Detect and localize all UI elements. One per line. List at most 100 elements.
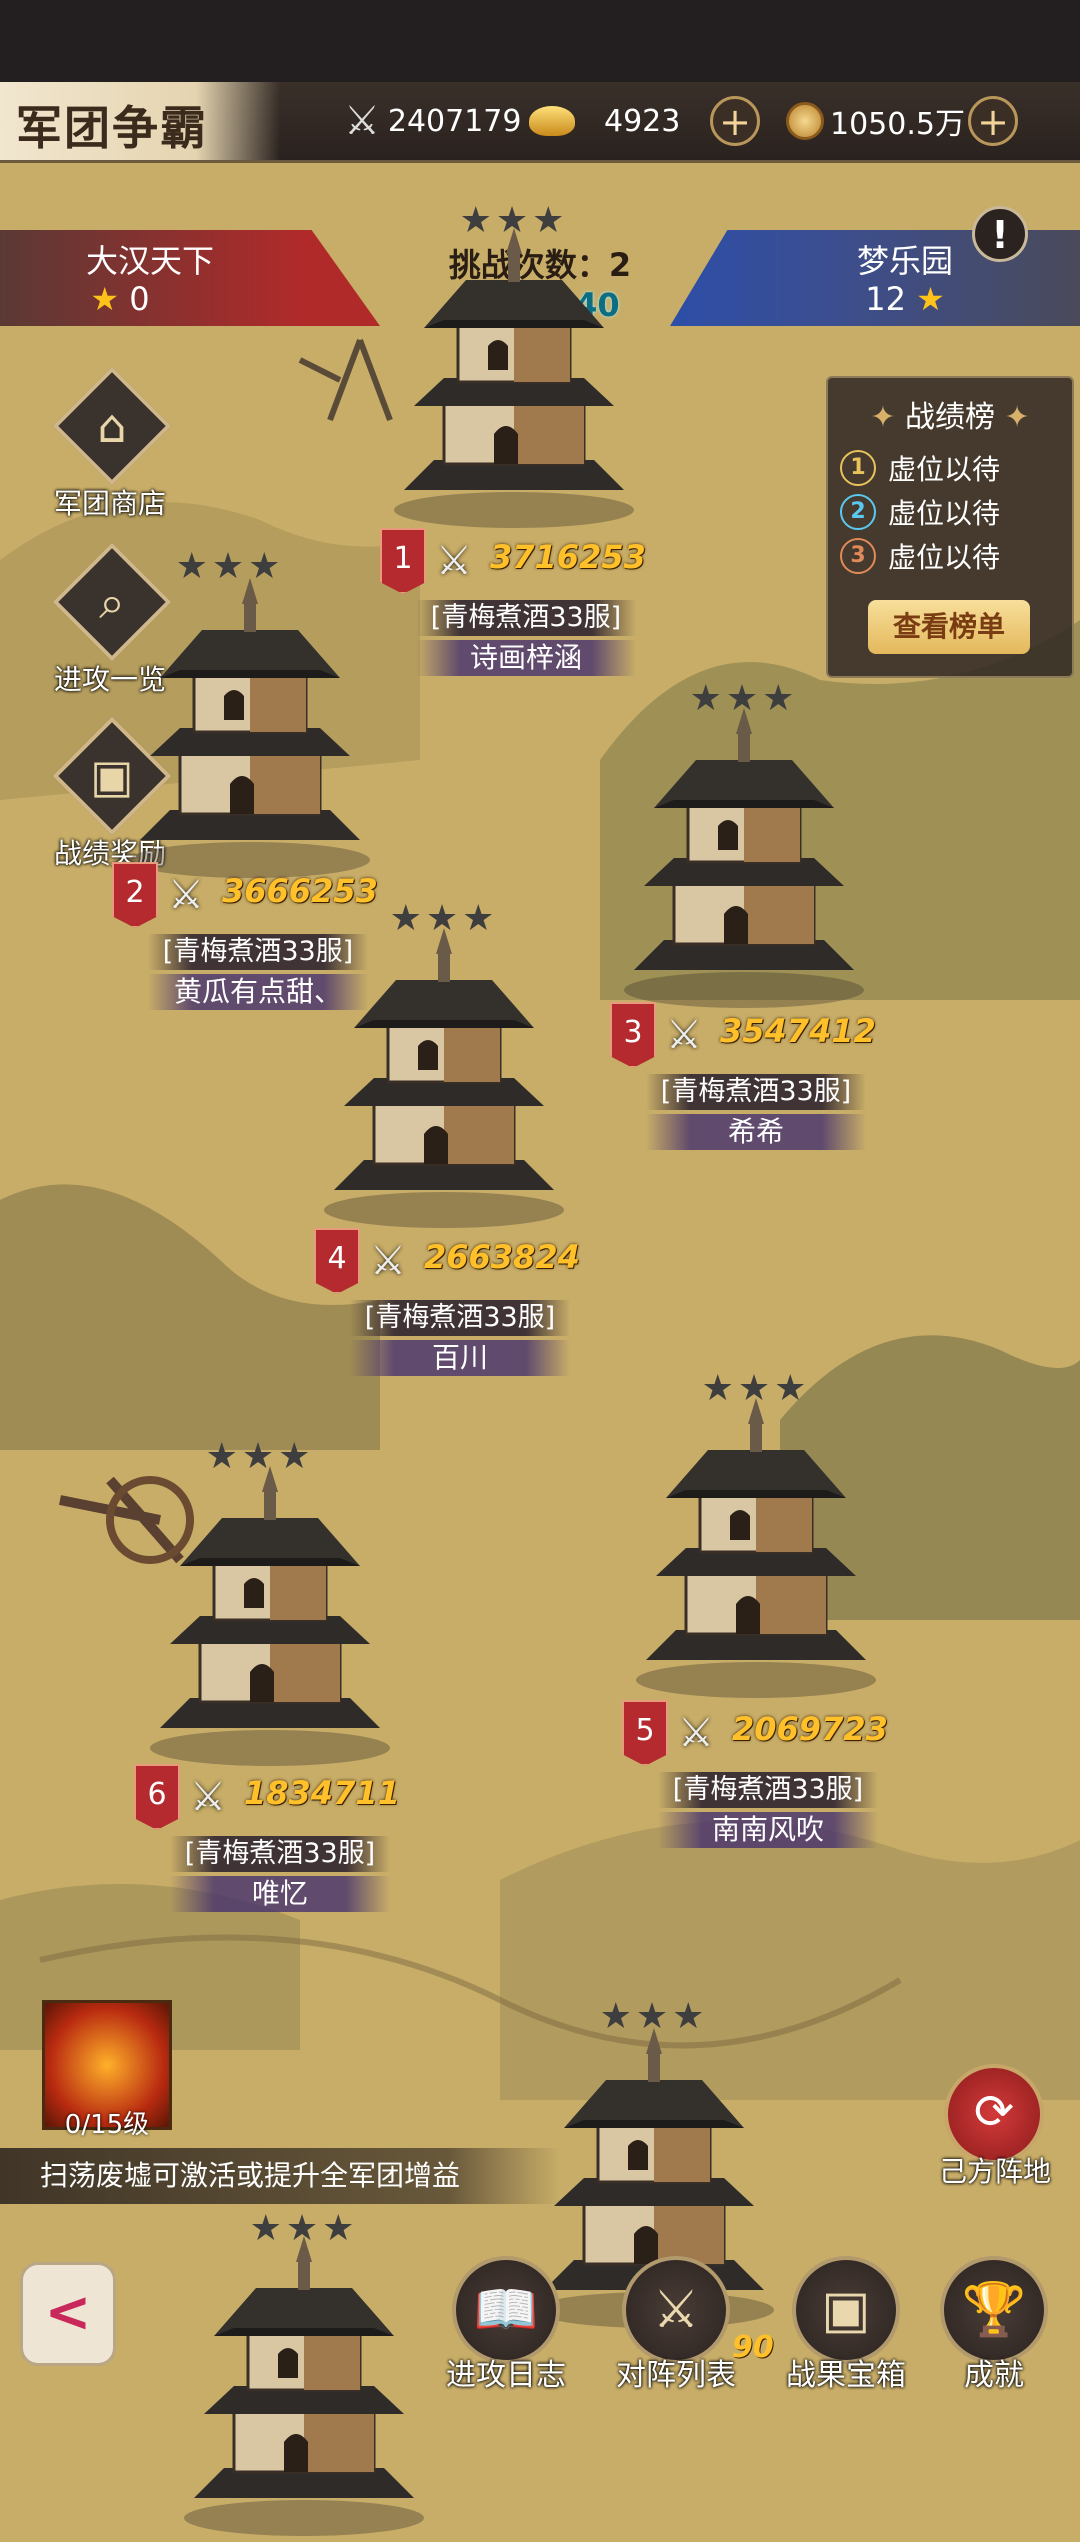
rank-marker: 1 [380,528,426,594]
spoils-chest-button[interactable]: ▣ 战果宝箱 [776,2256,916,2400]
guild-shop-button[interactable]: ⌂ 军团商店 [20,366,200,526]
view-leaderboard-button[interactable]: 查看榜单 [868,600,1030,654]
rank-marker: 5 [622,1700,668,1766]
leaderboard-entry-text: 虚位以待 [888,497,1001,530]
refresh-icon: ⟳ [973,2084,1015,2140]
tower-player-tag: 1 ⚔ 3716253 [青梅煮酒33服] 诗画梓涵 [380,528,680,678]
enemy-tower[interactable]: ★★★ [120,546,380,880]
left-team-star-count: 0 [129,280,150,318]
ingot-value: 4923 [604,103,681,139]
tower-player-name: 南南风吹 [658,1812,878,1848]
rank-marker: 3 [610,1002,656,1068]
enemy-tower[interactable]: ★★★ [384,200,644,530]
treasure-chest-icon: ▣ [792,2256,900,2364]
leaderboard-entry: 3 虚位以待 [840,536,1000,576]
tower-power: 3716253 [490,538,646,576]
tower-stars: ★★★ [599,1996,709,2037]
achievement-label: 成就 [964,2358,1024,2393]
own-base-button[interactable]: ⟳ [944,2064,1044,2164]
tower-player-name: 百川 [350,1340,570,1376]
ingot-display: 4923 [604,92,680,150]
crossed-swords-icon: ⚔ [622,2256,730,2364]
tower-player-name: 诗画梓涵 [416,640,636,676]
rank-badge-icon: 1 [840,450,876,486]
tower-power: 3547412 [720,1012,876,1050]
pagoda-icon [622,706,866,1010]
enemy-tower[interactable]: ★★★ [626,1368,886,1700]
tower-power: 2663824 [424,1238,580,1276]
matchup-list-button[interactable]: ⚔ 对阵列表 [606,2256,746,2400]
attack-log-button[interactable]: 📖 进攻日志 [436,2256,576,2400]
tower-stars: ★★★ [249,2208,359,2249]
leaderboard-panel: ✦ 战绩榜 ✦ 1 虚位以待 2 虚位以待 3 虚位以待 查看榜单 [826,376,1074,678]
tower-stars: ★★★ [175,546,285,587]
rank-marker: 2 [112,862,158,928]
right-team-stars: 12 ★ [700,280,1080,318]
pagoda-icon [392,226,636,530]
partial-power: 90 [732,2330,774,2365]
attack-log-label: 进攻日志 [446,2358,566,2393]
buff-tip: 扫荡废墟可激活或提升全军团增益 [0,2148,560,2204]
copper-coin-icon [786,102,824,140]
crossed-swords-icon: ⚔ [678,1710,714,1756]
crossed-swords-icon: ⚔ [666,1012,702,1058]
info-button[interactable]: ! [972,206,1028,262]
add-copper-button[interactable]: + [968,96,1018,146]
own-base-label: 己方阵地 [938,2155,1051,2188]
copper-display: 1050.5万 [786,92,965,150]
tower-server: [青梅煮酒33服] [350,1300,570,1336]
rank-marker: 4 [314,1228,360,1294]
pagoda-icon [634,1396,878,1700]
back-arrow-icon: < [44,2280,92,2345]
tower-stars: ★★★ [205,1436,315,1477]
tower-server: [青梅煮酒33服] [658,1772,878,1808]
combat-power-value: 2407179 [387,103,522,139]
tower-power: 1834711 [244,1774,400,1812]
crossed-swords-icon: ⚔ [190,1774,226,1820]
star-icon: ★ [90,280,120,318]
rank-badge-icon: 3 [840,538,876,574]
trophy-icon: 🏆 [940,2256,1048,2364]
matchup-list-label: 对阵列表 [616,2358,736,2393]
right-team-star-count: 12 [865,280,906,318]
tower-player-tag: 3 ⚔ 3547412 [青梅煮酒33服] 希希 [610,1002,910,1152]
page-title: 军团争霸 [16,101,208,155]
book-icon: 📖 [452,2256,560,2364]
enemy-tower[interactable]: ★★★ [614,678,874,1010]
crossed-swords-icon: ⚔ [344,98,380,144]
leaderboard-title-text: 战绩榜 [905,400,995,435]
tower-power: 2069723 [732,1710,888,1748]
buff-level: 0/15级 [64,2110,150,2140]
tower-stars: ★★★ [689,678,799,719]
pagoda-icon [322,926,566,1230]
star-icon: ★ [916,280,945,318]
gold-ingot-icon [529,106,576,136]
crossed-swords-icon: ⚔ [168,872,204,918]
achievement-button[interactable]: 🏆 成就 [924,2256,1064,2400]
shop-icon: ⌂ [97,399,127,453]
rank-marker: 6 [134,1764,180,1830]
leaderboard-entry: 2 虚位以待 [840,492,1000,532]
guild-shop-label: 军团商店 [53,487,166,520]
tower-player-name: 唯忆 [170,1876,390,1912]
tower-server: [青梅煮酒33服] [646,1074,866,1110]
enemy-tower[interactable]: ★★★ [174,2208,434,2538]
leaderboard-entry-text: 虚位以待 [888,541,1001,574]
tower-server: [青梅煮酒33服] [170,1836,390,1872]
crossed-swords-icon: ⚔ [370,1238,406,1284]
enemy-tower[interactable]: ★★★ [314,898,574,1230]
copper-value: 1050.5万 [830,107,965,142]
left-team-stars: ★ 0 [0,280,310,318]
spoils-chest-label: 战果宝箱 [786,2358,906,2393]
leaderboard-entry-text: 虚位以待 [888,453,1001,486]
back-button[interactable]: < [20,2262,116,2366]
tower-player-name: 希希 [646,1114,866,1150]
enemy-tower[interactable]: ★★★ [140,1436,400,1768]
pagoda-icon [128,576,372,880]
tower-player-tag: 4 ⚔ 2663824 [青梅煮酒33服] 百川 [314,1228,614,1378]
crossed-swords-icon: ⚔ [436,538,472,584]
leaderboard-entry: 1 虚位以待 [840,448,1000,488]
add-ingot-button[interactable]: + [710,96,760,146]
rank-badge-icon: 2 [840,494,876,530]
left-team-name: 大汉天下 [85,242,214,280]
